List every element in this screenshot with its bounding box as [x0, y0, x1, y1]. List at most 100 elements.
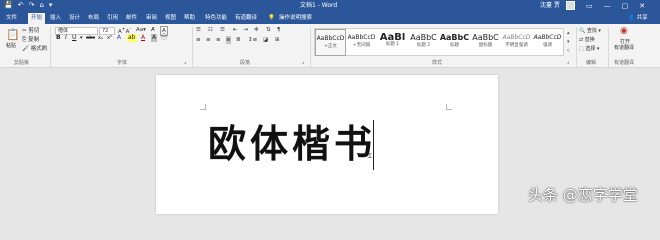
save-icon[interactable]: 💾 [4, 1, 13, 10]
distributed-icon[interactable]: ≣ [236, 36, 241, 44]
multilevel-list-icon[interactable]: ☰ [220, 26, 225, 34]
bold-button[interactable]: B [56, 34, 61, 42]
replace-button[interactable]: ⇄ 替换 [579, 36, 595, 44]
minimize-icon[interactable]: — [604, 2, 611, 10]
tab-design[interactable]: 设计 [69, 13, 80, 23]
style-subtle-emphasis[interactable]: AaBbCcD 不明显强调 [501, 29, 532, 56]
char-shading-icon[interactable]: A [151, 34, 158, 42]
line-spacing-icon[interactable]: ↕≡ [248, 36, 257, 44]
justify-icon[interactable]: ≡ [226, 36, 231, 44]
shading-icon[interactable]: ◪ [263, 36, 268, 44]
quick-access-toolbar: 💾 ↶ ↷ ⌂ ▾ [4, 1, 52, 10]
show-marks-icon[interactable]: ¶ [277, 26, 281, 34]
paste-label[interactable]: 粘贴 [6, 42, 16, 50]
cut-label: 剪切 [28, 28, 40, 34]
borders-icon[interactable]: ⊞ [275, 36, 280, 44]
group-divider [576, 27, 577, 67]
tab-home[interactable]: 开始 [28, 13, 46, 24]
style-normal[interactable]: AaBbCcD +正文 [315, 29, 346, 56]
editing-group-label: 编辑 [586, 60, 597, 66]
align-right-icon[interactable]: ≡ [216, 36, 221, 44]
style-preview: AaBbC [472, 33, 499, 42]
home-icon[interactable]: ⌂ [39, 1, 43, 10]
tab-mailings[interactable]: 邮件 [126, 13, 137, 23]
chevron-down-icon[interactable]: ▾ [567, 38, 573, 47]
font-dialog-launcher-icon[interactable]: ⌟ [184, 58, 186, 66]
replace-label: 替换 [584, 37, 595, 43]
avatar[interactable] [566, 1, 575, 10]
tab-references[interactable]: 引用 [107, 13, 118, 23]
decrease-indent-icon[interactable]: ⇤ [233, 26, 238, 34]
tab-file[interactable]: 文件 [6, 13, 17, 23]
youdao-translate-label[interactable]: 有道翻译 [614, 45, 634, 51]
change-case-icon[interactable]: Aa▾ [136, 26, 146, 34]
numbering-icon[interactable]: ☷ [208, 26, 213, 34]
chevron-up-icon[interactable]: ▴ [567, 29, 573, 38]
bullets-icon[interactable]: ☰ [196, 26, 201, 34]
style-name: +正文 [324, 44, 337, 49]
align-left-icon[interactable]: ≡ [196, 36, 201, 44]
style-no-spacing[interactable]: AaBbCcD +无间隔 [346, 29, 377, 56]
style-heading-1[interactable]: AaBl 标题 1 [377, 29, 408, 56]
style-subtitle[interactable]: AaBbC 副标题 [470, 29, 501, 56]
tab-review[interactable]: 审阅 [146, 13, 157, 23]
copy-button[interactable]: ⎘ 复制 [22, 36, 39, 44]
tab-layout[interactable]: 布局 [88, 13, 99, 23]
text-cursor [373, 120, 374, 170]
share-button[interactable]: 👤 共享 [628, 13, 648, 23]
gallery-expand-icon[interactable]: ▿ [567, 47, 573, 56]
clear-formatting-icon[interactable]: A̸ [151, 26, 155, 34]
paragraph-dialog-launcher-icon[interactable]: ⌟ [302, 58, 304, 66]
customize-qat-icon[interactable]: ▾ [49, 1, 53, 10]
style-emphasis[interactable]: AaBbCcD 强调 [532, 29, 563, 56]
find-button[interactable]: 🔍 查找 ▾ [579, 27, 601, 35]
underline-dropdown-icon[interactable]: ▾ [80, 34, 83, 42]
translate-group-label: 有道翻译 [614, 60, 635, 66]
select-button[interactable]: ⬚ 选择 ▾ [579, 45, 599, 53]
chinese-layout-icon[interactable]: ✲ [254, 26, 259, 34]
tab-insert[interactable]: 插入 [50, 13, 61, 23]
style-name: +无间隔 [352, 43, 371, 48]
highlight-icon[interactable]: ab [127, 34, 137, 42]
ribbon-tabs: 文件 开始 插入 设计 布局 引用 邮件 审阅 视图 帮助 特色功能 有道翻译 … [0, 11, 660, 24]
format-painter-label: 格式刷 [30, 46, 48, 52]
ribbon: 📋 粘贴 ✂ 剪切 ⎘ 复制 🖌 格式刷 剪贴板 楷体 72 A+A- Aa▾ … [0, 24, 660, 68]
ribbon-display-icon[interactable]: ▭ [586, 2, 593, 10]
text-effects-icon[interactable]: A [117, 34, 121, 42]
enclose-char-icon[interactable]: ㊀ [161, 34, 167, 42]
sort-icon[interactable]: ⇅ [266, 26, 271, 34]
youdao-translate-icon[interactable]: ◉ [620, 27, 628, 36]
strikethrough-button[interactable]: abc [86, 34, 95, 42]
redo-icon[interactable]: ↷ [29, 1, 35, 10]
underline-button[interactable]: U [72, 34, 76, 42]
document-text[interactable]: 欧体楷书 [208, 120, 376, 168]
subscript-button[interactable]: x₂ [98, 34, 103, 42]
close-icon[interactable]: ✕ [639, 2, 645, 10]
group-divider [192, 27, 193, 67]
undo-icon[interactable]: ↶ [18, 1, 24, 10]
cut-button[interactable]: ✂ 剪切 [22, 27, 39, 35]
gallery-scroll[interactable]: ▴ ▾ ▿ [567, 29, 573, 56]
tab-youdao-translate[interactable]: 有道翻译 [235, 13, 257, 23]
tab-special-features[interactable]: 特色功能 [205, 13, 227, 23]
center-icon[interactable]: ≡ [206, 36, 211, 44]
paste-icon[interactable]: 📋 [6, 29, 20, 41]
style-title[interactable]: AaBbC 标题 [439, 29, 470, 56]
tab-help[interactable]: 帮助 [184, 13, 195, 23]
styles-dialog-launcher-icon[interactable]: ⌟ [567, 58, 569, 66]
window-controls: ▭ — ▢ ✕ [586, 0, 645, 11]
user-name[interactable]: 沈蔓 贾 [540, 1, 560, 10]
increase-indent-icon[interactable]: ⇥ [243, 26, 248, 34]
group-divider [310, 27, 311, 67]
style-preview: AaBbCcD [347, 34, 376, 41]
maximize-icon[interactable]: ▢ [622, 2, 629, 10]
font-color-icon[interactable]: A [141, 34, 145, 42]
italic-button[interactable]: I [65, 34, 67, 42]
tell-me-search[interactable]: 操作说明搜索 [279, 13, 312, 23]
superscript-button[interactable]: x² [107, 34, 112, 42]
styles-gallery: AaBbCcD +正文 AaBbCcD +无间隔 AaBl 标题 1 AaBbC… [314, 28, 564, 56]
tab-view[interactable]: 视图 [165, 13, 176, 23]
title-bar: 💾 ↶ ↷ ⌂ ▾ 文档1 - Word 沈蔓 贾 ▭ — ▢ ✕ [0, 0, 660, 11]
style-heading-2[interactable]: AaBbC 标题 2 [408, 29, 439, 56]
format-painter-button[interactable]: 🖌 格式刷 [22, 45, 47, 53]
